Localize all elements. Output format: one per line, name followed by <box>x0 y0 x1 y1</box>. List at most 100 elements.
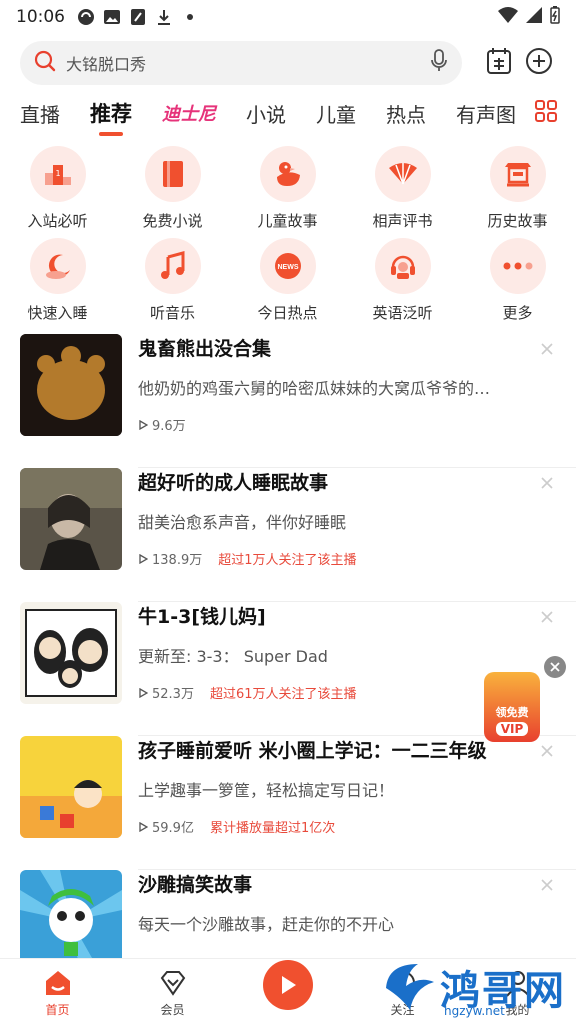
watermark: 鸿哥网 hgzyw.net <box>378 958 576 1020</box>
item-title: 超好听的成人睡眠故事 <box>138 472 329 494</box>
free-vip-badge[interactable]: 领免费 VIP <box>484 672 540 742</box>
calendar-checkin-icon <box>486 47 512 79</box>
vip-line1: 领免费 <box>495 706 529 719</box>
dismiss-icon[interactable] <box>540 342 554 356</box>
podium-icon: 1 <box>29 146 86 202</box>
status-time: 10:06 <box>16 7 65 27</box>
svg-text:1: 1 <box>55 169 60 178</box>
home-icon <box>45 971 70 995</box>
tab-disney[interactable]: 迪士尼 <box>162 100 216 126</box>
shortcut-music[interactable]: 听音乐 <box>115 238 230 330</box>
watermark-logo-icon <box>386 964 434 1010</box>
status-bar: 10:06 <box>0 0 576 34</box>
hot-tag: 超过1万人关注了该主播 <box>218 553 357 568</box>
download-icon <box>155 8 173 26</box>
tab-live[interactable]: 直播 <box>20 99 60 128</box>
hot-tag: 累计播放量超过1亿次 <box>209 821 336 836</box>
wifi-icon <box>498 6 518 28</box>
microphone-icon[interactable] <box>430 49 448 77</box>
tab-children[interactable]: 儿童 <box>316 99 356 128</box>
player-button[interactable] <box>262 960 313 1010</box>
item-title: 沙雕搞笑故事 <box>138 874 253 896</box>
shortcut-label: 免费小说 <box>142 212 203 230</box>
moon-icon <box>29 238 86 294</box>
nav-play[interactable] <box>230 960 345 1024</box>
app-notification-icon <box>77 8 95 26</box>
image-notification-icon <box>103 8 121 26</box>
item-description: 他奶奶的鸡蛋六舅的哈密瓜妹妹的大窝瓜爷爷的… <box>138 379 491 398</box>
play-icon <box>281 976 296 994</box>
nav-label: 会员 <box>160 1003 185 1017</box>
vip-line2: VIP <box>495 722 529 736</box>
album-cover[interactable] <box>20 602 122 704</box>
shortcut-more[interactable]: 更多 <box>460 238 575 330</box>
checkin-button[interactable] <box>482 46 516 80</box>
shortcut-kids-story[interactable]: 儿童故事 <box>230 146 345 238</box>
play-count-icon <box>139 553 148 564</box>
feed-list: 鬼畜熊出没合集 他奶奶的鸡蛋六舅的哈密瓜妹妹的大窝瓜爷爷的… 9.6万 超好听的… <box>0 334 576 1004</box>
all-categories-button[interactable] <box>516 92 576 134</box>
shortcut-must-listen[interactable]: 1 入站必听 <box>0 146 115 238</box>
shortcut-grid: 1 入站必听 免费小说 儿童故事 相声评书 历史故事 快速入睡 听音乐 NEWS… <box>0 134 576 330</box>
nav-label: 首页 <box>45 1003 70 1017</box>
shortcut-sleep[interactable]: 快速入睡 <box>0 238 115 330</box>
item-title: 牛1-3[钱儿妈] <box>138 606 266 628</box>
dismiss-icon[interactable] <box>540 476 554 490</box>
svg-text:NEWS: NEWS <box>277 264 298 271</box>
fan-icon <box>374 146 431 202</box>
list-item[interactable]: 超好听的成人睡眠故事 甜美治愈系声音，伴你好睡眠 138.9万 超过1万人关注了… <box>0 468 576 602</box>
shortcut-history[interactable]: 历史故事 <box>460 146 575 238</box>
item-description: 每天一个沙雕故事，赶走你的不开心 <box>138 915 395 934</box>
item-description: 上学趣事一箩筐，轻松搞定写日记！ <box>138 781 395 800</box>
add-button[interactable] <box>522 46 556 80</box>
tab-hot[interactable]: 热点 <box>386 99 426 128</box>
shortcut-free-novel[interactable]: 免费小说 <box>115 146 230 238</box>
nav-vip[interactable]: 会员 <box>115 968 230 1024</box>
shortcut-label: 听音乐 <box>149 304 195 322</box>
close-icon <box>550 662 560 672</box>
item-meta: 59.9亿 累计播放量超过1亿次 <box>138 817 335 836</box>
dismiss-icon[interactable] <box>540 744 554 758</box>
item-info: 孩子睡前爱听 米小圈上学记：一二三年级 上学趣事一箩筐，轻松搞定写日记！ 59.… <box>138 736 538 838</box>
shortcut-english[interactable]: 英语泛听 <box>345 238 460 330</box>
tab-novel[interactable]: 小说 <box>246 99 286 128</box>
dismiss-icon[interactable] <box>540 610 554 624</box>
list-item[interactable]: 孩子睡前爱听 米小圈上学记：一二三年级 上学趣事一箩筐，轻松搞定写日记！ 59.… <box>0 736 576 870</box>
shortcut-crosstalk[interactable]: 相声评书 <box>345 146 460 238</box>
shortcut-label: 入站必听 <box>27 212 88 230</box>
play-count-icon <box>139 687 148 698</box>
album-cover[interactable] <box>20 468 122 570</box>
tab-recommend[interactable]: 推荐 <box>90 98 132 136</box>
item-description: 甜美治愈系声音，伴你好睡眠 <box>138 513 347 532</box>
edit-notification-icon <box>129 8 147 26</box>
app-screen: 10:06 大铭脱口秀 直播 推荐 迪士尼 小说 儿童 热点 有声图书 1 入站… <box>0 0 576 1024</box>
book-icon <box>144 146 201 202</box>
shortcut-label: 今日热点 <box>257 304 318 322</box>
shortcut-label: 更多 <box>502 304 533 322</box>
shortcut-label: 英语泛听 <box>372 304 433 322</box>
grid-icon <box>534 99 558 127</box>
item-meta: 52.3万 超过61万人关注了该主播 <box>138 683 357 702</box>
dismiss-icon[interactable] <box>540 878 554 892</box>
item-title: 鬼畜熊出没合集 <box>138 338 272 360</box>
list-item[interactable]: 鬼畜熊出没合集 他奶奶的鸡蛋六舅的哈密瓜妹妹的大窝瓜爷爷的… 9.6万 <box>0 334 576 468</box>
play-count-icon <box>139 821 148 832</box>
play-count: 138.9万 <box>152 553 203 568</box>
vip-close-button[interactable] <box>544 656 566 678</box>
shortcut-label: 快速入睡 <box>27 304 88 322</box>
album-cover[interactable] <box>20 736 122 838</box>
watermark-url: hgzyw.net <box>444 1004 505 1018</box>
album-cover[interactable] <box>20 334 122 436</box>
item-info: 牛1-3[钱儿妈] 更新至: 3-3： Super Dad 52.3万 超过61… <box>138 602 538 704</box>
play-count: 52.3万 <box>152 687 194 702</box>
album-cover[interactable] <box>20 870 122 972</box>
shortcut-news[interactable]: NEWS 今日热点 <box>230 238 345 330</box>
item-description: 更新至: 3-3： Super Dad <box>138 647 328 666</box>
nav-home[interactable]: 首页 <box>0 968 115 1024</box>
item-title: 孩子睡前爱听 米小圈上学记：一二三年级 <box>138 740 487 762</box>
play-count: 59.9亿 <box>152 821 194 836</box>
dot-icon <box>181 8 199 26</box>
headset-icon <box>374 238 431 294</box>
signal-icon <box>526 6 542 28</box>
search-input[interactable]: 大铭脱口秀 <box>20 41 462 85</box>
